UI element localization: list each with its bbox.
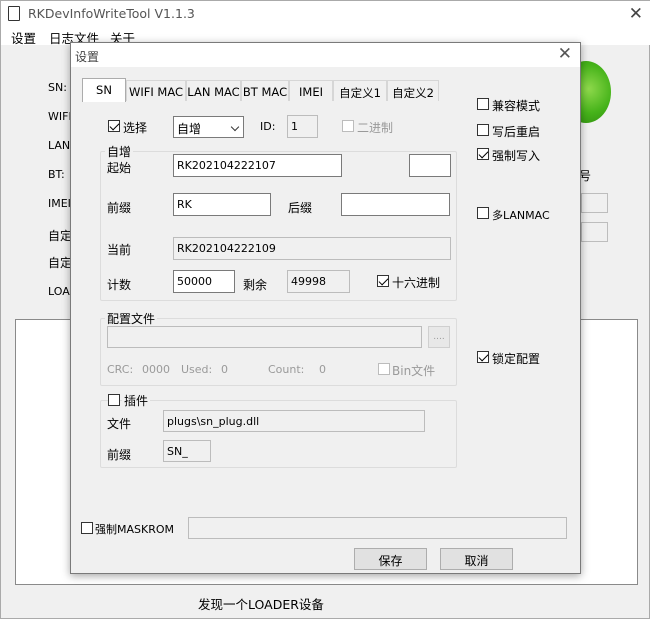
lock-config-checkbox[interactable] <box>477 351 489 363</box>
binary-label: 二进制 <box>357 121 394 135</box>
force-maskrom-label: 强制MASKROM <box>95 523 175 536</box>
multi-lanmac-label: 多LANMAC <box>492 209 550 222</box>
compat-mode-label: 兼容模式 <box>492 99 541 113</box>
config-file-group-title: 配置文件 <box>105 310 158 327</box>
browse-button[interactable]: .... <box>428 326 450 348</box>
config-path-field <box>107 326 422 348</box>
select-checkbox[interactable] <box>108 120 120 132</box>
menu-settings[interactable]: 设置 <box>11 28 36 47</box>
main-wifi-label: WIFI <box>48 110 72 123</box>
compat-mode-checkbox[interactable] <box>477 98 489 110</box>
start-field[interactable]: RK202104222107 <box>173 154 342 177</box>
tab-bt-mac[interactable]: BT MAC <box>241 80 289 101</box>
tab-lan-mac[interactable]: LAN MAC <box>186 80 241 101</box>
count2-value: 0 <box>319 363 326 376</box>
mode-select[interactable]: 自增 <box>173 116 244 138</box>
start-label: 起始 <box>107 161 132 175</box>
main-imei-label: IMEI <box>48 197 71 210</box>
main-window-title: RKDevInfoWriteTool V1.1.3 <box>28 6 195 21</box>
force-write-label: 强制写入 <box>492 149 541 163</box>
count2-label: Count: <box>268 363 305 376</box>
crc-label: CRC: <box>107 363 134 376</box>
current-label: 当前 <box>107 243 132 257</box>
file-label: 文件 <box>107 417 132 431</box>
binary-checkbox[interactable] <box>342 120 354 132</box>
plugin-checkbox[interactable] <box>108 394 120 406</box>
hex-checkbox[interactable] <box>377 275 389 287</box>
tab-custom2[interactable]: 自定义2 <box>387 80 439 101</box>
cancel-button[interactable]: 取消 <box>440 548 513 570</box>
hex-label: 十六进制 <box>392 276 441 290</box>
start-extra-field[interactable] <box>409 154 451 177</box>
reboot-after-write-checkbox[interactable] <box>477 124 489 136</box>
plugin-file-field: plugs\sn_plug.dll <box>163 410 425 432</box>
tab-imei[interactable]: IMEI <box>289 80 333 101</box>
status-text: 发现一个LOADER设备 <box>198 597 324 612</box>
tab-wifi-mac[interactable]: WIFI MAC <box>126 80 186 101</box>
tab-custom1[interactable]: 自定义1 <box>333 80 387 101</box>
crc-value: 0000 <box>142 363 170 376</box>
main-sn-label: SN: <box>48 81 67 94</box>
prefix-field[interactable]: RK <box>173 193 271 216</box>
main-right-field-2 <box>581 222 608 242</box>
app-icon <box>8 6 20 21</box>
main-bt-label: BT: <box>48 168 65 181</box>
auto-increment-group-title: 自增 <box>105 143 134 160</box>
multi-lanmac-checkbox[interactable] <box>477 207 489 219</box>
count-field[interactable]: 50000 <box>173 270 235 293</box>
main-right-field-1 <box>581 193 608 213</box>
mode-select-value: 自增 <box>177 122 202 136</box>
suffix-field[interactable] <box>341 193 450 216</box>
remain-label: 剩余 <box>243 278 268 292</box>
main-custom2-label: 自定 <box>48 256 73 270</box>
reboot-after-write-label: 写后重启 <box>492 125 541 139</box>
main-custom1-label: 自定 <box>48 229 73 243</box>
tab-sn[interactable]: SN <box>82 78 126 102</box>
suffix-label: 后缀 <box>288 201 313 215</box>
force-write-checkbox[interactable] <box>477 148 489 160</box>
binfile-label: Bin文件 <box>392 364 436 378</box>
chevron-down-icon <box>230 122 240 132</box>
save-button[interactable]: 保存 <box>354 548 427 570</box>
maskrom-field <box>188 517 567 539</box>
count-label: 计数 <box>107 278 132 292</box>
main-close-icon[interactable]: ✕ <box>629 4 643 24</box>
dialog-close-icon[interactable]: ✕ <box>558 44 572 64</box>
force-maskrom-checkbox[interactable] <box>81 522 93 534</box>
plugin-prefix-label: 前缀 <box>107 448 132 462</box>
binfile-checkbox[interactable] <box>378 363 390 375</box>
settings-dialog: 设置 ✕ SN WIFI MAC LAN MAC BT MAC IMEI 自定义… <box>70 42 581 574</box>
plugin-prefix-field: SN_ <box>163 440 211 462</box>
select-label: 选择 <box>123 121 148 135</box>
dialog-title: 设置 <box>75 50 100 64</box>
dialog-title-bar: 设置 ✕ <box>71 43 580 67</box>
used-label: Used: <box>181 363 213 376</box>
id-field[interactable]: 1 <box>287 115 318 138</box>
id-label: ID: <box>260 120 276 133</box>
plugin-label: 插件 <box>122 392 151 409</box>
remain-field: 49998 <box>287 270 350 293</box>
current-field: RK202104222109 <box>173 237 451 260</box>
used-value: 0 <box>221 363 228 376</box>
main-title-bar: RKDevInfoWriteTool V1.1.3 ✕ <box>1 1 650 27</box>
lock-config-label: 锁定配置 <box>492 352 541 366</box>
prefix-label: 前缀 <box>107 201 132 215</box>
